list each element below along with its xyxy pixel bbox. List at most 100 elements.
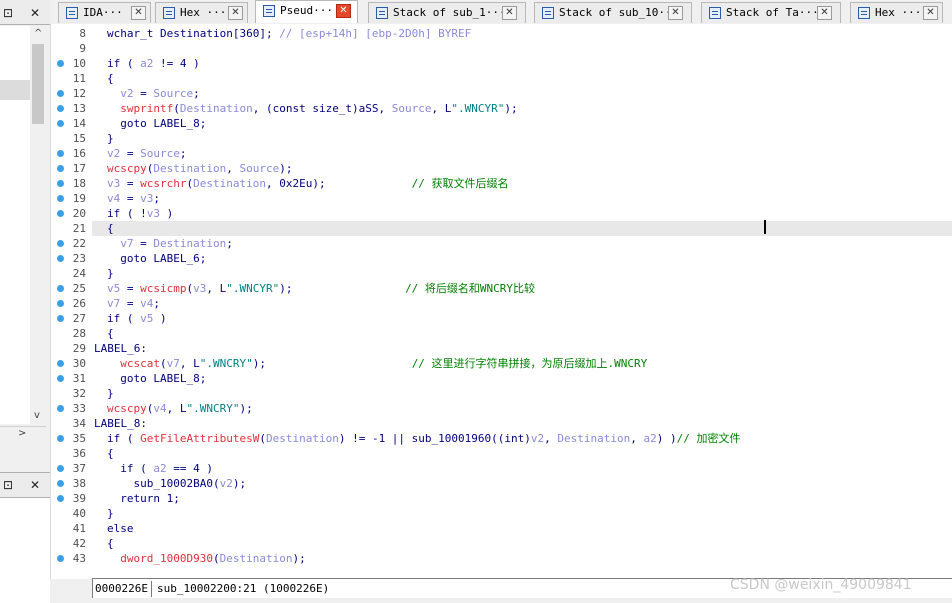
- close-panel-icon[interactable]: ✕: [30, 478, 40, 492]
- code-line[interactable]: 23 goto LABEL_6;: [50, 251, 952, 266]
- code-text[interactable]: return 1;: [107, 491, 180, 506]
- code-text[interactable]: if ( !v3 ): [107, 206, 173, 221]
- code-line[interactable]: 36 {: [50, 446, 952, 461]
- code-text[interactable]: LABEL_6:: [94, 341, 147, 356]
- code-text[interactable]: v7 = v4;: [107, 296, 160, 311]
- code-text[interactable]: goto LABEL_6;: [107, 251, 206, 266]
- code-text[interactable]: wcscpy(Destination, Source);: [107, 161, 292, 176]
- code-text[interactable]: {: [107, 71, 114, 86]
- code-text[interactable]: v3 = wcsrchr(Destination, 0x2Eu); // 获取文…: [107, 176, 509, 191]
- tab-hex-view-1[interactable]: Hex ··· ✕: [155, 2, 248, 23]
- code-text[interactable]: v7 = Destination;: [107, 236, 233, 251]
- code-line[interactable]: 34 LABEL_8:: [50, 416, 952, 431]
- code-line[interactable]: 35 if ( GetFileAttributesW(Destination) !…: [50, 431, 952, 446]
- code-line[interactable]: 37 if ( a2 == 4 ): [50, 461, 952, 476]
- code-line[interactable]: 22 v7 = Destination;: [50, 236, 952, 251]
- scroll-right-icon[interactable]: >: [18, 428, 26, 439]
- tab-ida-view[interactable]: IDA··· ✕: [58, 2, 151, 23]
- code-line[interactable]: 12 v2 = Source;: [50, 86, 952, 101]
- code-text[interactable]: goto LABEL_8;: [107, 116, 206, 131]
- code-line[interactable]: 21 {: [50, 221, 952, 236]
- code-line[interactable]: 33 wcscpy(v4, L".WNCRY");: [50, 401, 952, 416]
- code-text[interactable]: v2 = Source;: [107, 146, 187, 161]
- tab-hex-view-2[interactable]: Hex ··· ✕: [850, 2, 943, 23]
- close-icon[interactable]: ✕: [336, 4, 351, 18]
- code-text[interactable]: sub_10002BA0(v2);: [107, 476, 246, 491]
- code-text[interactable]: if ( a2 == 4 ): [107, 461, 213, 476]
- code-line[interactable]: 19 v4 = v3;: [50, 191, 952, 206]
- lower-panel-content[interactable]: [0, 498, 50, 603]
- tab-stack-sub-10[interactable]: Stack of sub_10··· ✕: [534, 2, 692, 23]
- code-text[interactable]: swprintf(Destination, (const size_t)aSS,…: [107, 101, 517, 116]
- code-text[interactable]: {: [107, 446, 114, 461]
- code-line[interactable]: 26 v7 = v4;: [50, 296, 952, 311]
- tab-stack-of-ta[interactable]: Stack of Ta··· ✕: [701, 2, 841, 23]
- scroll-up-icon[interactable]: ^: [34, 28, 42, 39]
- code-line[interactable]: 15}: [50, 131, 952, 146]
- tab-bar: IDA··· ✕ Hex ··· ✕ Pseud··· ✕ Stack of s…: [50, 0, 952, 25]
- code-text[interactable]: }: [107, 386, 114, 401]
- code-line[interactable]: 43 dword_1000D930(Destination);: [50, 551, 952, 566]
- close-icon[interactable]: ✕: [668, 6, 683, 20]
- code-text[interactable]: wcscpy(v4, L".WNCRY");: [107, 401, 253, 416]
- code-text[interactable]: v2 = Source;: [107, 86, 200, 101]
- close-icon[interactable]: ✕: [228, 6, 243, 20]
- code-line[interactable]: 13 swprintf(Destination, (const size_t)a…: [50, 101, 952, 116]
- restore-panel-icon[interactable]: ⊡: [3, 6, 13, 20]
- code-line[interactable]: 27 if ( v5 ): [50, 311, 952, 326]
- code-line[interactable]: 28 {: [50, 326, 952, 341]
- tab-stack-sub-1[interactable]: Stack of sub_1··· ✕: [368, 2, 526, 23]
- code-text[interactable]: {: [107, 221, 114, 236]
- close-icon[interactable]: ✕: [131, 6, 146, 20]
- code-line[interactable]: 31 goto LABEL_8;: [50, 371, 952, 386]
- code-line[interactable]: 14 goto LABEL_8;: [50, 116, 952, 131]
- code-line[interactable]: 18 v3 = wcsrchr(Destination, 0x2Eu); // 获…: [50, 176, 952, 191]
- code-text[interactable]: if ( v5 ): [107, 311, 167, 326]
- code-text[interactable]: else: [107, 521, 134, 536]
- code-text[interactable]: goto LABEL_8;: [107, 371, 206, 386]
- code-text[interactable]: {: [107, 536, 114, 551]
- scroll-down-icon[interactable]: v: [34, 410, 40, 421]
- scrollbar-thumb[interactable]: [32, 44, 44, 124]
- functions-list[interactable]: [0, 26, 30, 424]
- code-line[interactable]: 9: [50, 41, 952, 56]
- code-line[interactable]: 16 v2 = Source;: [50, 146, 952, 161]
- tab-pseudocode[interactable]: Pseud··· ✕: [255, 0, 358, 23]
- code-line[interactable]: 38 sub_10002BA0(v2);: [50, 476, 952, 491]
- code-line[interactable]: 39 return 1;: [50, 491, 952, 506]
- close-icon[interactable]: ✕: [817, 6, 832, 20]
- code-text[interactable]: dword_1000D930(Destination);: [107, 551, 305, 566]
- vertical-scrollbar[interactable]: ^ v: [30, 26, 46, 426]
- code-line[interactable]: 17 wcscpy(Destination, Source);: [50, 161, 952, 176]
- code-line[interactable]: 30 wcscat(v7, L".WNCRY"); // 这里进行字符串拼接，为…: [50, 356, 952, 371]
- selected-list-item[interactable]: [0, 80, 30, 100]
- code-line[interactable]: 41 else: [50, 521, 952, 536]
- code-line[interactable]: 29 LABEL_6:: [50, 341, 952, 356]
- close-panel-icon[interactable]: ✕: [30, 6, 40, 20]
- code-line[interactable]: 42 {: [50, 536, 952, 551]
- code-line[interactable]: 10 if ( a2 != 4 ): [50, 56, 952, 71]
- code-text[interactable]: }: [107, 131, 114, 146]
- code-text[interactable]: LABEL_8:: [94, 416, 147, 431]
- code-text[interactable]: }: [107, 266, 114, 281]
- restore-panel-icon[interactable]: ⊡: [3, 478, 13, 492]
- line-number: 25: [72, 282, 86, 295]
- code-line[interactable]: 24}: [50, 266, 952, 281]
- code-line[interactable]: 25 v5 = wcsicmp(v3, L".WNCYR"); // 将后缀名和W…: [50, 281, 952, 296]
- code-text[interactable]: v4 = v3;: [107, 191, 160, 206]
- code-text[interactable]: }: [107, 506, 114, 521]
- code-line[interactable]: 8 wchar_t Destination[360]; // [esp+14h] …: [50, 26, 952, 41]
- code-line[interactable]: 40}: [50, 506, 952, 521]
- code-text[interactable]: if ( a2 != 4 ): [107, 56, 200, 71]
- code-text[interactable]: wcscat(v7, L".WNCRY"); // 这里进行字符串拼接，为原后缀…: [107, 356, 647, 371]
- code-line[interactable]: 20 if ( !v3 ): [50, 206, 952, 221]
- close-icon[interactable]: ✕: [923, 6, 938, 20]
- horizontal-scrollbar[interactable]: >: [0, 426, 46, 443]
- code-text[interactable]: if ( GetFileAttributesW(Destination) != …: [107, 431, 741, 446]
- code-text[interactable]: {: [107, 326, 114, 341]
- code-line[interactable]: 32}: [50, 386, 952, 401]
- code-text[interactable]: v5 = wcsicmp(v3, L".WNCYR"); // 将后缀名和WNC…: [107, 281, 535, 296]
- close-icon[interactable]: ✕: [502, 6, 517, 20]
- code-text[interactable]: wchar_t Destination[360]; // [esp+14h] […: [107, 26, 471, 41]
- code-line[interactable]: 11 {: [50, 71, 952, 86]
